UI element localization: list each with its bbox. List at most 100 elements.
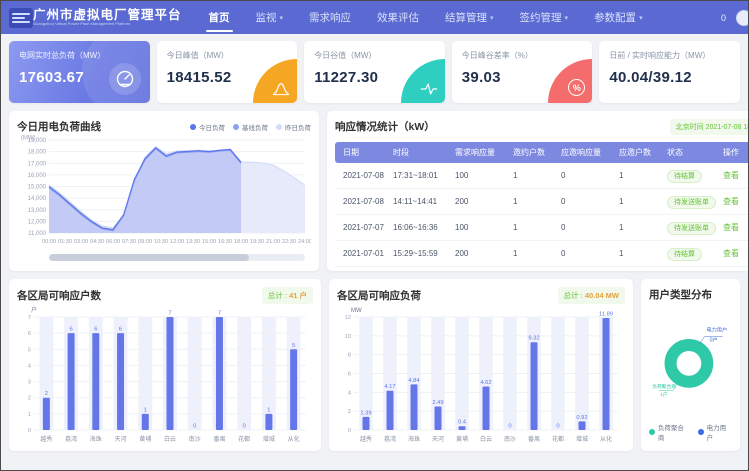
nav-item-7[interactable]: 参数配置▾ [581, 1, 656, 34]
total-users-badge: 总计 : 41 户 [262, 287, 313, 304]
svg-text:24:00: 24:00 [298, 239, 311, 245]
svg-text:13:30: 13:30 [186, 239, 200, 245]
svg-text:越秀: 越秀 [360, 435, 372, 443]
response-table-title: 响应情况统计（kW） [335, 119, 435, 134]
notification-count[interactable]: 0 [721, 13, 726, 23]
load-curve-svg: 19,00018,00017,00016,00015,00014,00013,0… [17, 134, 311, 246]
nav-item-6[interactable]: 签约管理▾ [507, 1, 582, 34]
column-header: 应邀响应量 [557, 142, 615, 163]
svg-text:1: 1 [144, 407, 147, 413]
app-subtitle: Guangzhou Virtual Power Plant Management… [33, 22, 167, 26]
legend-item[interactable]: 电力用户 [698, 422, 732, 442]
svg-text:黄埔: 黄埔 [456, 435, 468, 443]
kpi-label: 电网实时总负荷（MW） [19, 50, 140, 61]
svg-text:12,000: 12,000 [28, 219, 47, 225]
svg-text:22:30: 22:30 [282, 239, 296, 245]
svg-text:0: 0 [556, 424, 559, 430]
district-load-title: 各区局可响应负荷 [337, 288, 421, 303]
app-title-block: 广州市虚拟电厂管理平台 Guangzhou Virtual Power Plan… [33, 9, 182, 27]
kpi-card-total-load: 电网实时总负荷（MW） 17603.67 [9, 41, 150, 103]
svg-text:5: 5 [28, 347, 31, 353]
avatar[interactable] [736, 10, 749, 26]
main-content: 电网实时总负荷（MW） 17603.67 今日峰值（MW） 18415.52 今… [1, 34, 748, 458]
table-cell: 2021-07-08 [335, 189, 389, 215]
status-badge: 待结算 [667, 248, 702, 261]
svg-text:07:30: 07:30 [122, 239, 136, 245]
datazoom-slider[interactable] [49, 254, 305, 261]
table-cell: 1 [615, 215, 663, 241]
view-link[interactable]: 查看 [723, 249, 739, 258]
district_users-svg: 01234567户2越秀6荔湾6海珠6天河1黄埔7白云0南沙7番禺0花都1增城5… [17, 304, 311, 444]
svg-text:12:00: 12:00 [170, 239, 184, 245]
svg-text:7: 7 [28, 315, 31, 321]
legend-item[interactable]: 基线负荷 [233, 122, 268, 132]
donut-slice-aggregator[interactable] [671, 345, 708, 382]
legend-dot [698, 429, 704, 435]
table-cell: 17:31~18:01 [389, 163, 451, 189]
svg-text:0.4: 0.4 [458, 420, 467, 426]
nav-menu: 首页监视▾需求响应效果评估结算管理▾签约管理▾参数配置▾ [196, 1, 656, 34]
kpi-card-valley: 今日谷值（MW） 11227.30 [304, 41, 445, 103]
legend-item[interactable]: 负荷聚合商 [649, 422, 690, 442]
svg-text:1: 1 [267, 407, 270, 413]
legend-item[interactable]: 昨日负荷 [276, 122, 311, 132]
table-cell: 200 [451, 241, 509, 267]
svg-text:0: 0 [28, 428, 31, 434]
svg-text:6: 6 [94, 327, 97, 333]
svg-text:16:30: 16:30 [218, 239, 232, 245]
view-link[interactable]: 查看 [723, 197, 739, 206]
district-load-card: 各区局可响应负荷 总计 : 40.04 MW 024681012MW1.39越秀… [329, 279, 633, 451]
user-type-legend: 负荷聚合商电力用户 [649, 422, 732, 442]
beijing-time-badge: 北京时间 2021-07-08 18:1 [670, 119, 749, 135]
svg-text:9.32: 9.32 [528, 336, 539, 342]
legend-item[interactable]: 今日负荷 [190, 122, 225, 132]
chevron-down-icon: ▾ [280, 14, 284, 22]
svg-text:15:00: 15:00 [202, 239, 216, 245]
svg-text:4: 4 [28, 363, 32, 369]
nav-item-3[interactable]: 需求响应 [296, 1, 364, 34]
view-link[interactable]: 查看 [723, 223, 739, 232]
response-stats-card: 响应情况统计（kW） 北京时间 2021-07-08 18:1 日期时段需求响应… [327, 111, 749, 271]
legend-dot [649, 429, 655, 435]
table-header-row: 日期时段需求响应量邀约户数应邀响应量应邀户数状态操作 [335, 142, 749, 163]
svg-text:13,000: 13,000 [28, 208, 47, 214]
nav-item-1[interactable]: 首页 [196, 1, 243, 34]
nav-item-5[interactable]: 结算管理▾ [432, 1, 507, 34]
user-type-donut: 电力用户 0户 负荷聚合商 1户 [649, 302, 732, 420]
nav-item-2[interactable]: 监视▾ [243, 1, 297, 34]
table-cell: 2021-07-08 [335, 163, 389, 189]
peak-curve-icon [253, 59, 297, 103]
pulse-icon [401, 59, 445, 103]
table-row: 2021-07-0115:29~15:59200101待结算查看 [335, 241, 749, 267]
nav-item-4[interactable]: 效果评估 [364, 1, 432, 34]
svg-text:21:00: 21:00 [266, 239, 280, 245]
kpi-card-peak-valley-rate: 今日峰谷差率（%） 39.03 % [452, 41, 593, 103]
svg-text:10:30: 10:30 [154, 239, 168, 245]
column-header: 邀约户数 [509, 142, 557, 163]
table-cell: 0 [557, 189, 615, 215]
table-cell: 2021-07-07 [335, 215, 389, 241]
svg-text:天河: 天河 [115, 435, 127, 443]
view-link[interactable]: 查看 [723, 171, 739, 180]
nav-right: 0 [721, 10, 740, 26]
donut-label-aggregator: 负荷聚合商 [652, 383, 676, 390]
svg-text:2: 2 [348, 409, 351, 415]
svg-text:白云: 白云 [164, 435, 176, 443]
table-cell: 1 [509, 189, 557, 215]
svg-text:6: 6 [348, 372, 351, 378]
svg-text:4.62: 4.62 [480, 380, 491, 386]
svg-text:11,000: 11,000 [28, 231, 47, 237]
column-header: 日期 [335, 142, 389, 163]
svg-text:越秀: 越秀 [40, 435, 52, 443]
svg-text:0: 0 [348, 428, 351, 434]
svg-text:16,000: 16,000 [28, 173, 47, 179]
svg-text:03:00: 03:00 [74, 239, 88, 245]
chevron-down-icon: ▾ [565, 14, 569, 22]
table-cell: 2021-07-01 [335, 241, 389, 267]
status-badge: 待发送账单 [667, 196, 716, 209]
gauge-icon [109, 63, 141, 95]
svg-text:2: 2 [28, 396, 31, 402]
kpi-label: 今日峰值（MW） [167, 50, 288, 61]
svg-text:番禺: 番禺 [213, 436, 225, 443]
svg-text:4: 4 [348, 390, 352, 396]
